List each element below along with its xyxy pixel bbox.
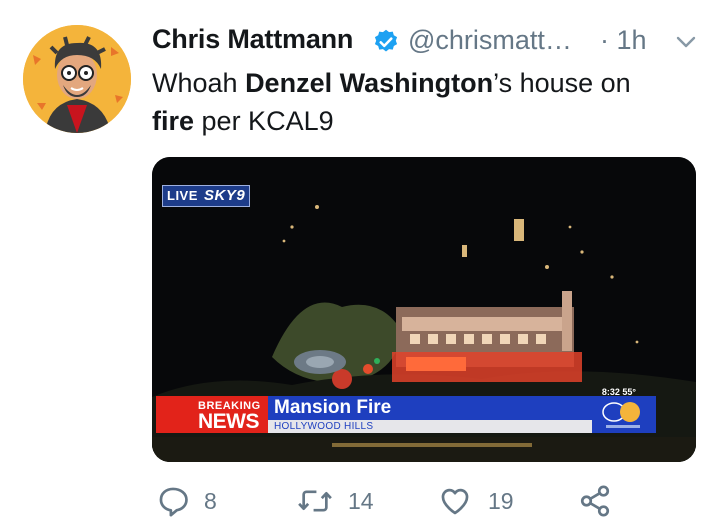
tweet-text-bold-fire: fire	[152, 106, 195, 136]
tweet-actions: 8 14 19	[0, 478, 720, 523]
breaking-news-box: BREAKING NEWS	[156, 396, 268, 433]
retweet-icon	[298, 490, 332, 512]
author-name[interactable]: Chris Mattmann	[152, 24, 353, 55]
station-logo	[592, 396, 656, 433]
tweet-header: Chris Mattmann @chrismatt… · 1h	[152, 20, 702, 60]
tweet-text: Whoah Denzel Washington’s house on fire …	[152, 64, 692, 140]
tweet-text-bold-name: Denzel Washington	[245, 68, 494, 98]
tweet-timestamp[interactable]: · 1h	[600, 25, 647, 56]
subheadline: HOLLYWOOD HILLS	[268, 420, 592, 433]
retweet-button[interactable]: 14	[296, 484, 386, 518]
live-sky9-badge: LIVE SKY9	[162, 185, 251, 207]
reply-icon	[159, 487, 188, 517]
author-handle[interactable]: @chrismatt…	[408, 25, 572, 56]
reply-count: 8	[204, 488, 217, 514]
news-label: NEWS	[198, 410, 260, 433]
tweet-media-image[interactable]: LIVE SKY9 8:32 55° BREAKING NEWS Mansion…	[152, 157, 696, 462]
verified-badge-icon	[372, 28, 400, 56]
reply-button[interactable]: 8	[156, 484, 226, 518]
share-button[interactable]	[578, 484, 614, 518]
news-lower-third: BREAKING NEWS Mansion Fire HOLLYWOOD HIL…	[156, 396, 656, 433]
retweet-count: 14	[348, 488, 374, 514]
avatar[interactable]	[23, 25, 131, 133]
avatar-illustration	[23, 25, 131, 133]
tweet-text-part: ’s house on	[493, 68, 631, 98]
heart-icon	[441, 488, 469, 515]
like-button[interactable]: 19	[438, 484, 528, 518]
tweet-text-part: Whoah	[152, 68, 246, 98]
chevron-down-icon[interactable]	[674, 32, 698, 52]
like-count: 19	[488, 488, 514, 514]
live-label: LIVE	[167, 188, 198, 203]
share-icon	[580, 485, 610, 517]
sky9-label: SKY9	[204, 187, 246, 204]
tweet-text-part: per KCAL9	[194, 106, 334, 136]
